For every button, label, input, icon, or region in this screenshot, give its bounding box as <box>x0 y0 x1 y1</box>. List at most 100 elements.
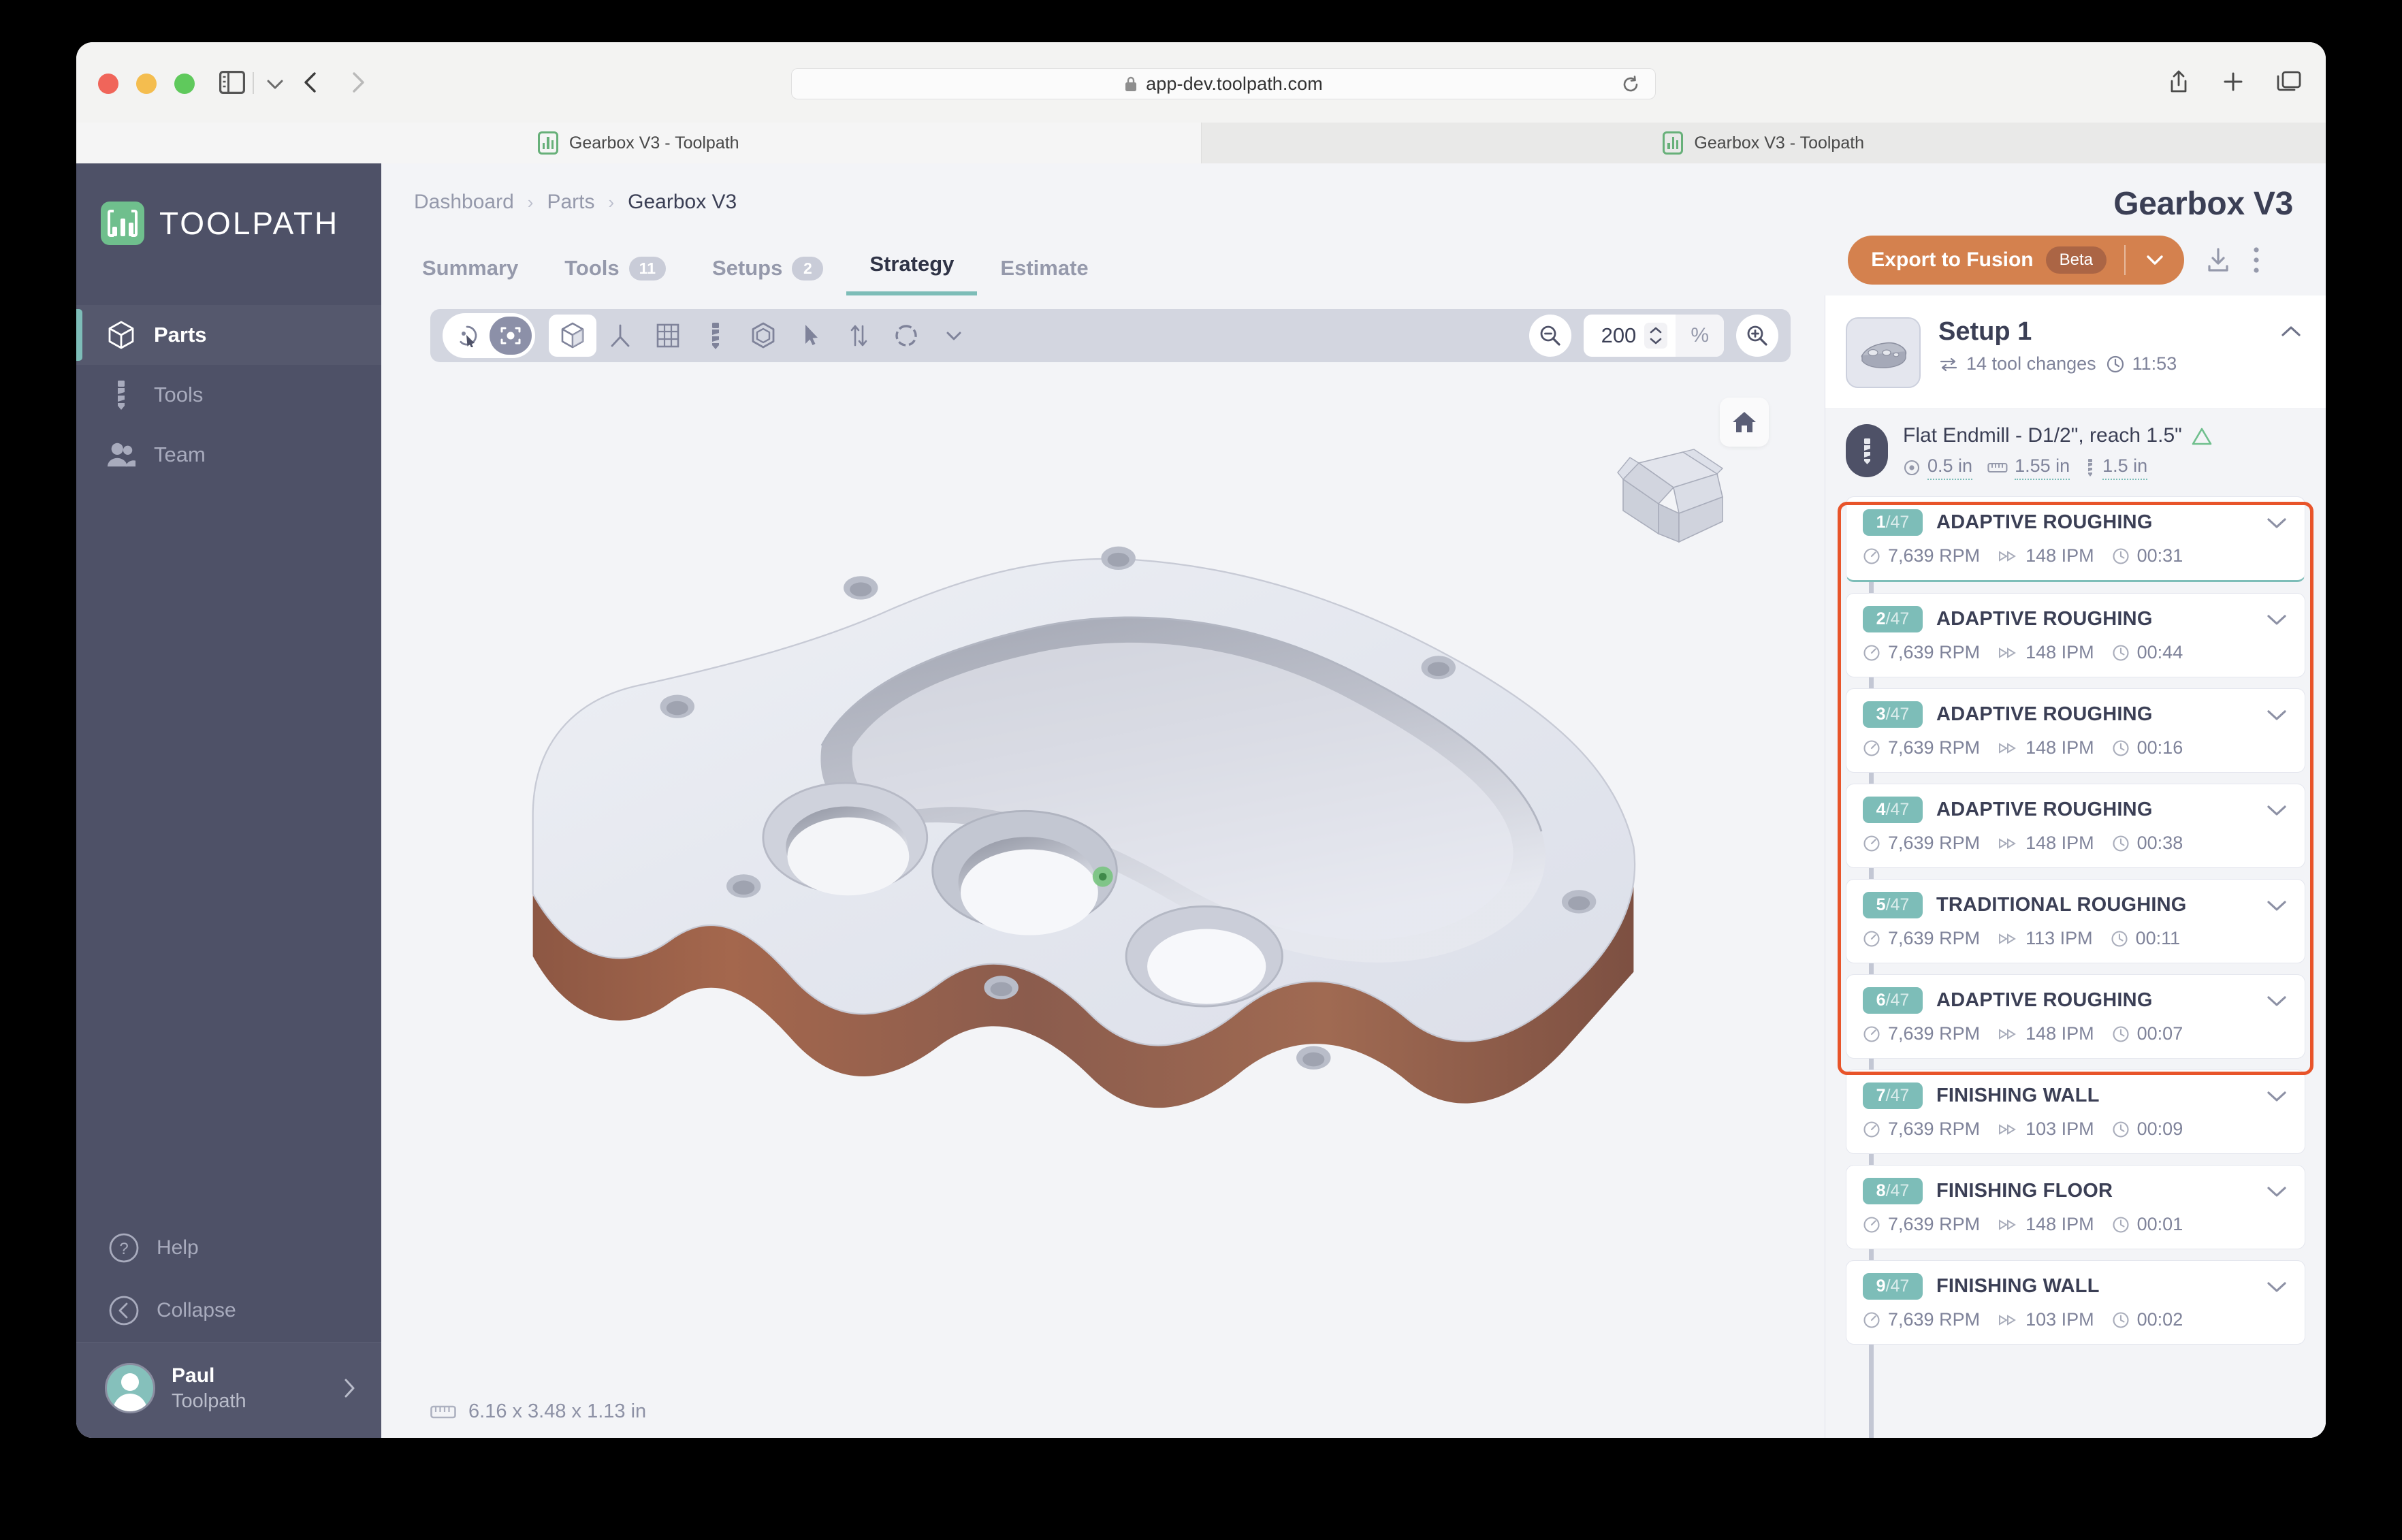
expand-operation-caret[interactable] <box>2265 707 2288 722</box>
reload-icon[interactable] <box>1621 75 1640 94</box>
help-link[interactable]: ? Help <box>76 1217 381 1279</box>
operation-card[interactable]: 3/47ADAPTIVE ROUGHING7,639 RPM148 IPM00:… <box>1846 688 2305 773</box>
operations-panel: Setup 1 14 tool changes <box>1825 295 2326 1438</box>
feedrate-group: 148 IPM <box>1998 642 2094 663</box>
browser-tab-1-label: Gearbox V3 - Toolpath <box>569 133 739 153</box>
tab-tools[interactable]: Tools 11 <box>541 256 689 295</box>
grid-icon[interactable] <box>644 315 692 357</box>
section-icon[interactable] <box>882 315 930 357</box>
share-icon[interactable] <box>2168 69 2190 94</box>
model-viewport[interactable]: 200 % <box>414 295 1807 1438</box>
tab-tools-label: Tools <box>564 256 619 280</box>
cursor-icon[interactable] <box>787 315 835 357</box>
warning-triangle-icon[interactable] <box>2192 427 2212 445</box>
expand-operation-caret[interactable] <box>2265 1089 2288 1104</box>
tab-strategy[interactable]: Strategy <box>846 252 977 295</box>
collapse-sidebar-button[interactable]: Collapse <box>76 1279 381 1342</box>
zoom-out-button[interactable] <box>1529 315 1571 357</box>
view-cube[interactable] <box>1608 438 1731 554</box>
gearbox-model-render[interactable] <box>470 410 1751 1347</box>
select-click-icon[interactable] <box>446 317 488 355</box>
transparency-icon[interactable] <box>739 315 787 357</box>
operation-number: 3 <box>1876 705 1886 724</box>
breadcrumb-parts[interactable]: Parts <box>547 191 594 214</box>
setup-thumbnail <box>1846 317 1921 388</box>
chrome-right-actions <box>2168 69 2301 94</box>
brand-logo[interactable]: TOOLPATH <box>76 163 381 245</box>
spindle-speed-group: 7,639 RPM <box>1863 833 1980 854</box>
tab-estimate[interactable]: Estimate <box>977 256 1111 295</box>
browser-chrome: app-dev.toolpath.com <box>76 42 2326 123</box>
duration-group: 11:53 <box>2106 353 2177 374</box>
tab-overview-icon[interactable] <box>2277 71 2301 93</box>
left-sidebar: TOOLPATH Parts Tools <box>76 163 381 1438</box>
new-tab-icon[interactable] <box>2222 71 2244 93</box>
toolpath-favicon <box>1663 131 1683 155</box>
operation-card[interactable]: 7/47FINISHING WALL7,639 RPM103 IPM00:09 <box>1846 1070 2305 1154</box>
zoom-stepper[interactable] <box>1644 323 1667 349</box>
operation-card[interactable]: 6/47ADAPTIVE ROUGHING7,639 RPM148 IPM00:… <box>1846 974 2305 1059</box>
browser-back-button[interactable] <box>301 71 320 94</box>
address-bar[interactable]: app-dev.toolpath.com <box>791 68 1656 99</box>
setup-header[interactable]: Setup 1 14 tool changes <box>1825 295 2326 408</box>
operation-card[interactable]: 1/47ADAPTIVE ROUGHING7,639 RPM148 IPM00:… <box>1846 496 2305 582</box>
toolpath-logo-icon <box>101 202 144 245</box>
spindle-speed-group: 7,639 RPM <box>1863 1214 1980 1235</box>
operation-card[interactable]: 8/47FINISHING FLOOR7,639 RPM148 IPM00:01 <box>1846 1165 2305 1249</box>
chevron-down-icon[interactable] <box>266 78 285 91</box>
sidebar-item-tools[interactable]: Tools <box>76 365 381 425</box>
zoom-in-button[interactable] <box>1736 315 1778 357</box>
feedrate-group: 148 IPM <box>1998 737 2094 758</box>
expand-operation-caret[interactable] <box>2265 1279 2288 1294</box>
maximize-window-button[interactable] <box>174 74 195 94</box>
operation-card[interactable]: 4/47ADAPTIVE ROUGHING7,639 RPM148 IPM00:… <box>1846 784 2305 868</box>
stock-icon[interactable] <box>596 315 644 357</box>
expand-operation-caret[interactable] <box>2265 803 2288 818</box>
download-icon[interactable] <box>2205 246 2232 274</box>
sidebar-item-label: Parts <box>154 323 207 347</box>
tool-row[interactable]: Flat Endmill - D1/2", reach 1.5" <box>1825 408 2326 496</box>
sidebar-item-parts[interactable]: Parts <box>76 305 381 365</box>
url-text: app-dev.toolpath.com <box>1146 74 1323 95</box>
expand-operation-caret[interactable] <box>2265 993 2288 1008</box>
minimize-window-button[interactable] <box>136 74 157 94</box>
flip-icon[interactable] <box>835 315 882 357</box>
shaded-cube-icon[interactable] <box>549 315 596 357</box>
user-account-button[interactable]: Paul Toolpath <box>76 1342 381 1438</box>
browser-tab-2[interactable]: Gearbox V3 - Toolpath <box>1202 123 2326 163</box>
tab-summary[interactable]: Summary <box>414 256 541 295</box>
header-actions: Export to Fusion Beta <box>1848 236 2260 285</box>
export-to-fusion-button[interactable]: Export to Fusion Beta <box>1848 236 2184 285</box>
close-window-button[interactable] <box>98 74 118 94</box>
operation-card[interactable]: 2/47ADAPTIVE ROUGHING7,639 RPM148 IPM00:… <box>1846 593 2305 677</box>
sidebar-nav: Parts Tools Team <box>76 305 381 485</box>
tool-icon[interactable] <box>692 315 739 357</box>
operation-card[interactable]: 5/47TRADITIONAL ROUGHING7,639 RPM113 IPM… <box>1846 879 2305 963</box>
sidebar-toggle-icon[interactable] <box>219 71 245 94</box>
expand-operation-caret[interactable] <box>2265 898 2288 913</box>
chevron-down-icon[interactable] <box>930 315 978 357</box>
operations-list[interactable]: 1/47ADAPTIVE ROUGHING7,639 RPM148 IPM00:… <box>1825 496 2326 1438</box>
zoom-input[interactable]: 200 % <box>1584 315 1724 357</box>
operation-card[interactable]: 9/47FINISHING WALL7,639 RPM103 IPM00:02 <box>1846 1260 2305 1345</box>
people-icon <box>106 440 136 470</box>
browser-forward-button[interactable] <box>349 71 368 94</box>
export-dropdown-caret[interactable] <box>2126 253 2184 267</box>
gauge-icon <box>1863 835 1880 852</box>
tool-diameter: 0.5 in <box>1927 455 1972 480</box>
browser-tab-1[interactable]: Gearbox V3 - Toolpath <box>76 123 1202 163</box>
expand-operation-caret[interactable] <box>2265 612 2288 627</box>
breadcrumb-dashboard[interactable]: Dashboard <box>414 191 514 214</box>
selection-mode-toggle[interactable] <box>443 313 535 358</box>
expand-operation-caret[interactable] <box>2265 1184 2288 1199</box>
window-traffic-lights[interactable] <box>98 74 195 94</box>
fit-to-view-icon[interactable] <box>490 317 532 355</box>
expand-operation-caret[interactable] <box>2265 515 2288 530</box>
sidebar-item-team[interactable]: Team <box>76 425 381 485</box>
collapse-setup-caret[interactable] <box>2279 324 2303 339</box>
operation-total: /47 <box>1886 609 1910 628</box>
tab-estimate-label: Estimate <box>1000 256 1088 280</box>
operation-name: ADAPTIVE ROUGHING <box>1936 608 2153 630</box>
more-options-icon[interactable] <box>2252 246 2260 274</box>
tab-setups[interactable]: Setups 2 <box>689 256 846 295</box>
